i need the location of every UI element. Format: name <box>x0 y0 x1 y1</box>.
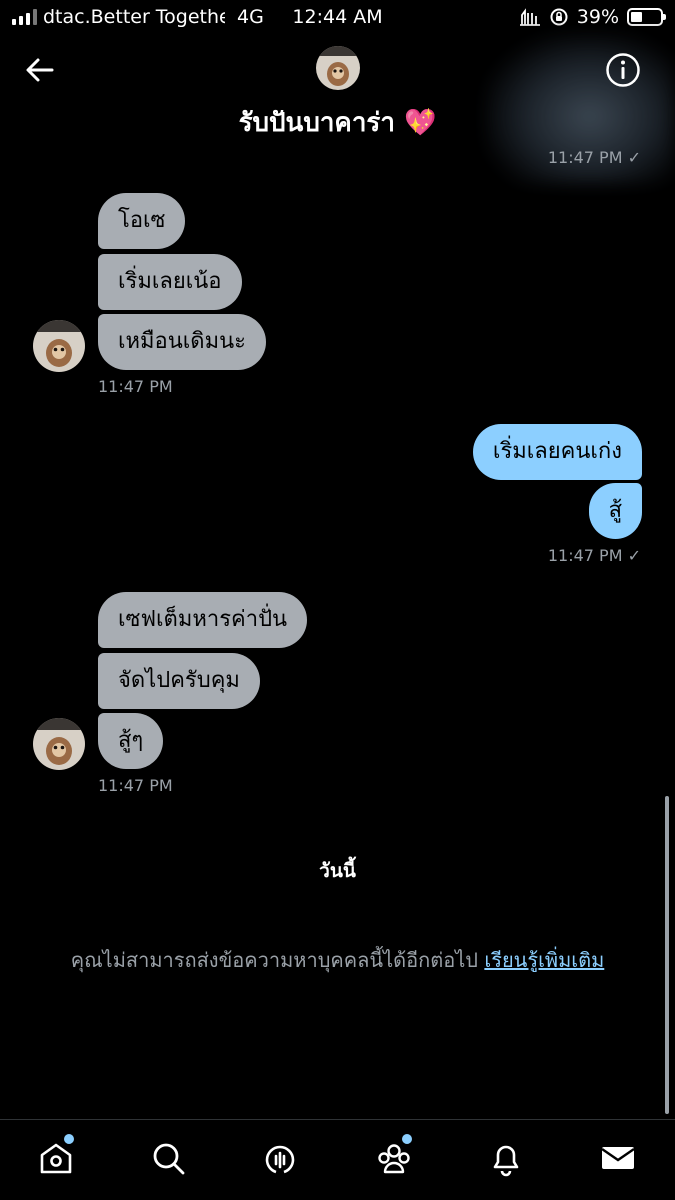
avatar[interactable] <box>316 46 360 90</box>
dm-blocked-notice: คุณไม่สามารถส่งข้อความหาบุคคลนี้ได้อีกต่… <box>0 944 675 976</box>
bell-icon[interactable] <box>486 1138 526 1178</box>
home-icon[interactable] <box>36 1138 76 1178</box>
incoming-message[interactable]: เซฟเต็มหารค่าปั่น <box>98 592 308 648</box>
message-timestamp: 11:47 PM ✓ <box>547 148 641 167</box>
battery-level <box>631 12 642 22</box>
learn-more-link[interactable]: เรียนรู้เพิ่มเติม <box>484 948 604 972</box>
scrollbar[interactable] <box>665 796 669 1114</box>
incoming-message[interactable]: จัดไปครับคุม <box>98 653 260 709</box>
communities-icon[interactable] <box>374 1138 414 1178</box>
conversation-title: รับปันบาคาร่า 💖 <box>238 108 437 138</box>
message-timestamp: 11:47 PM <box>98 377 173 396</box>
alarm-icon <box>519 8 540 26</box>
incoming-message[interactable]: เหมือนเดิมนะ <box>98 314 266 370</box>
spaces-icon[interactable] <box>260 1138 300 1178</box>
notice-text: คุณไม่สามารถส่งข้อความหาบุคคลนี้ได้อีกต่… <box>70 948 478 972</box>
rotation-lock-icon <box>550 8 568 26</box>
notification-dot <box>402 1134 412 1144</box>
incoming-message[interactable]: สู้ๆ <box>98 713 164 769</box>
search-icon[interactable] <box>148 1138 188 1178</box>
mail-icon[interactable] <box>598 1138 638 1178</box>
message-list[interactable]: 11:47 PM ✓ โอเซ เริ่มเลยเน้อ เหมือนเดิมน… <box>0 148 675 1120</box>
battery-icon <box>627 8 666 26</box>
battery-percent: 39% <box>576 6 619 28</box>
outgoing-message[interactable]: เริ่มเลยคนเก่ง <box>472 424 642 480</box>
info-icon[interactable] <box>605 52 641 88</box>
sender-avatar[interactable] <box>33 718 85 770</box>
outgoing-message[interactable]: สู้ <box>588 483 642 539</box>
incoming-message[interactable]: โอเซ <box>98 193 186 249</box>
status-right: 39% <box>519 6 666 28</box>
notification-dot <box>64 1134 74 1144</box>
incoming-message[interactable]: เริ่มเลยเน้อ <box>98 254 242 310</box>
conversation-header: รับปันบาคาร่า 💖 <box>0 34 675 184</box>
day-divider: วันนี้ <box>319 860 356 882</box>
status-bar: dtac.Better Togethe 4G 12:44 AM 39% <box>0 0 675 34</box>
back-arrow-icon[interactable] <box>22 52 58 88</box>
message-timestamp: 11:47 PM <box>98 776 173 795</box>
bottom-navigation <box>0 1119 675 1200</box>
sender-avatar[interactable] <box>33 320 85 372</box>
message-timestamp: 11:47 PM ✓ <box>547 546 641 565</box>
